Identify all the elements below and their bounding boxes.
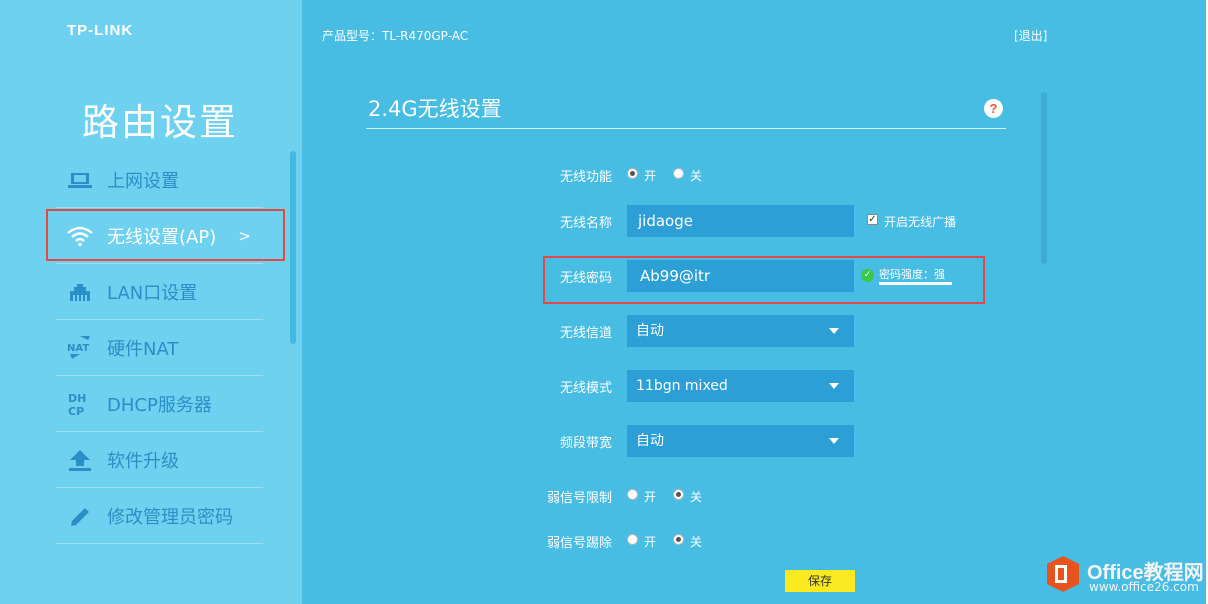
weak-limit-label: 弱信号限制 — [546, 491, 612, 506]
mode-label: 无线模式 — [559, 381, 612, 396]
sidebar-scrollbar[interactable] — [290, 151, 296, 344]
save-button[interactable]: 保存 — [785, 570, 855, 592]
wireless-on-radio[interactable] — [627, 168, 638, 179]
tp-link-logo: TP-LINK — [67, 22, 134, 39]
sidebar: TP-LINK 路由设置 上网设置 无线设置(AP) > LAN口设置 NAT — [0, 0, 302, 604]
weak-limit-on-label: 开 — [644, 490, 657, 504]
bandwidth-label: 频段带宽 — [559, 436, 612, 451]
product-model: 产品型号：TL-R470GP-AC — [322, 29, 469, 43]
page-title: 2.4G无线设置 — [368, 97, 502, 121]
mode-select[interactable]: 11bgn mixed — [627, 370, 854, 402]
sidebar-item-label: 硬件NAT — [107, 338, 179, 360]
svg-text:DH: DH — [68, 392, 86, 405]
weak-kick-off-radio[interactable] — [673, 534, 684, 545]
weak-limit-on-radio[interactable] — [627, 489, 638, 500]
weak-kick-on-label: 开 — [644, 535, 657, 549]
dropdown-caret-icon — [829, 328, 839, 334]
sidebar-item-lan[interactable]: LAN口设置 — [56, 264, 263, 320]
svg-text:CP: CP — [68, 405, 84, 418]
weak-kick-off-label: 关 — [690, 535, 703, 549]
wireless-enable-label: 无线功能 — [559, 170, 612, 185]
sidebar-item-label: LAN口设置 — [107, 282, 198, 304]
ssid-label: 无线名称 — [559, 216, 612, 231]
sidebar-item-label: 修改管理员密码 — [107, 506, 233, 528]
main-panel: 产品型号：TL-R470GP-AC [退出] 2.4G无线设置 ? 无线功能 开… — [302, 0, 1206, 604]
sidebar-title: 路由设置 — [82, 101, 238, 144]
weak-limit-off-radio[interactable] — [673, 489, 684, 500]
office-logo-icon — [1047, 556, 1079, 592]
highlight-box-wireless — [46, 209, 285, 261]
channel-select[interactable]: 自动 — [627, 315, 854, 347]
sidebar-item-label: 上网设置 — [107, 170, 179, 192]
sidebar-item-label: 软件升级 — [107, 450, 179, 472]
dropdown-caret-icon — [829, 438, 839, 444]
nat-icon: NAT — [60, 334, 100, 362]
upgrade-icon — [60, 446, 100, 474]
bandwidth-select[interactable]: 自动 — [627, 425, 854, 457]
svg-text:NAT: NAT — [67, 343, 89, 354]
sidebar-item-dhcp[interactable]: DH CP DHCP服务器 — [56, 376, 263, 432]
bandwidth-value: 自动 — [636, 433, 664, 449]
main-scrollbar[interactable] — [1041, 92, 1047, 264]
highlight-box-password — [543, 256, 985, 304]
sidebar-item-label: DHCP服务器 — [107, 394, 212, 416]
broadcast-checkbox[interactable]: ✓ — [867, 214, 878, 225]
ssid-input[interactable]: jidaoge — [627, 205, 854, 237]
logout-link[interactable]: [退出] — [1014, 27, 1047, 44]
dropdown-caret-icon — [829, 383, 839, 389]
sidebar-item-admin-password[interactable]: 修改管理员密码 — [56, 488, 263, 544]
sidebar-item-internet[interactable]: 上网设置 — [56, 152, 263, 208]
weak-limit-off-label: 关 — [690, 490, 703, 504]
sidebar-item-nat[interactable]: NAT 硬件NAT — [56, 320, 263, 376]
dhcp-icon: DH CP — [60, 390, 100, 418]
laptop-icon — [60, 166, 100, 194]
channel-value: 自动 — [636, 323, 664, 339]
sidebar-item-upgrade[interactable]: 软件升级 — [56, 432, 263, 488]
broadcast-label: 开启无线广播 — [884, 215, 957, 229]
watermark-domain: www.office26.com — [1089, 580, 1199, 594]
pencil-icon — [60, 502, 100, 530]
mode-value: 11bgn mixed — [636, 378, 728, 394]
wireless-off-radio[interactable] — [673, 168, 684, 179]
weak-kick-label: 弱信号踢除 — [546, 536, 612, 551]
lan-port-icon — [60, 278, 100, 306]
channel-label: 无线信道 — [559, 326, 612, 341]
wireless-off-label: 关 — [690, 169, 703, 183]
wireless-on-label: 开 — [644, 169, 657, 183]
title-divider — [366, 128, 1006, 129]
help-icon[interactable]: ? — [984, 99, 1003, 118]
weak-kick-on-radio[interactable] — [627, 534, 638, 545]
